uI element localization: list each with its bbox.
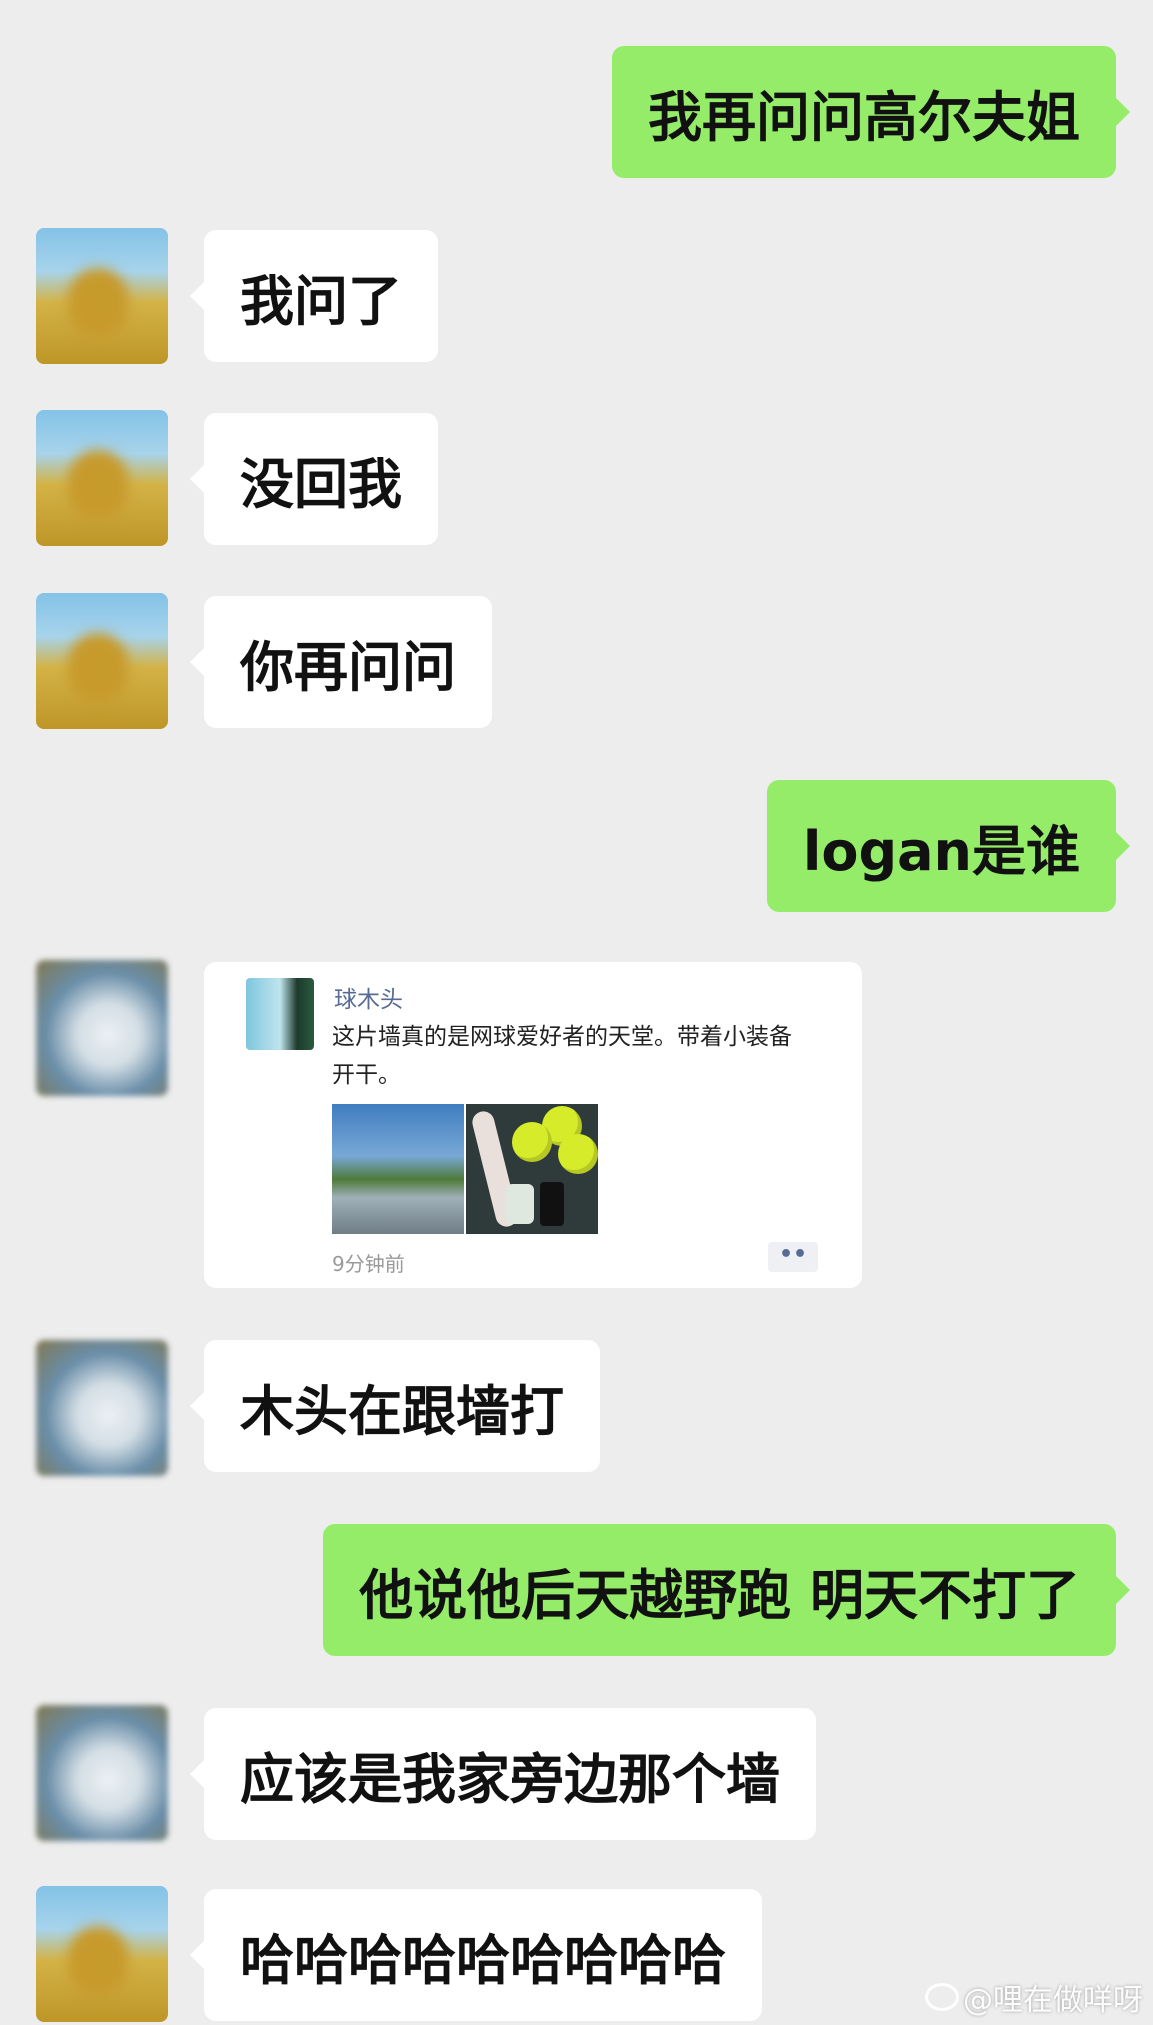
more-options-button[interactable]: •• (768, 1242, 818, 1272)
message-bubble-incoming[interactable]: 木头在跟墙打 (190, 1340, 600, 1472)
moment-text: 这片墙真的是网球爱好者的天堂。带着小装备开干。 (332, 1024, 792, 1088)
message-bubble-outgoing[interactable]: 我再问问高尔夫姐 (612, 46, 1130, 178)
contact-avatar[interactable] (36, 1705, 168, 1841)
watermark: @哩在做咩呀 (925, 1975, 1143, 2019)
message-bubble-incoming[interactable]: 我问了 (190, 230, 438, 362)
contact-avatar[interactable] (36, 1886, 168, 2022)
moment-author-avatar (246, 978, 314, 1050)
chat-area: 我再问问高尔夫姐 我问了 没回我 你再问问 logan是谁 球木头 这片墙真的是… (0, 0, 1153, 2025)
contact-avatar[interactable] (36, 960, 168, 1096)
message-bubble-incoming[interactable]: 哈哈哈哈哈哈哈哈哈 (190, 1889, 762, 2021)
weibo-icon (925, 1983, 959, 2011)
message-bubble-incoming[interactable]: 没回我 (190, 413, 438, 545)
moment-photo-wall[interactable] (332, 1104, 464, 1234)
contact-avatar[interactable] (36, 228, 168, 364)
moment-photo-gear[interactable] (466, 1104, 598, 1234)
message-bubble-incoming[interactable]: 你再问问 (190, 596, 492, 728)
message-bubble-outgoing[interactable]: 他说他后天越野跑 明天不打了 (323, 1524, 1130, 1656)
contact-avatar[interactable] (36, 593, 168, 729)
contact-avatar[interactable] (36, 1340, 168, 1476)
message-bubble-outgoing[interactable]: logan是谁 (766, 780, 1131, 912)
moment-username[interactable]: 球木头 (334, 980, 403, 1014)
moment-timestamp: 9分钟前 (332, 1252, 405, 1276)
contact-avatar[interactable] (36, 410, 168, 546)
message-bubble-incoming[interactable]: 应该是我家旁边那个墙 (190, 1708, 816, 1840)
moment-share-card[interactable]: 球木头 这片墙真的是网球爱好者的天堂。带着小装备开干。 9分钟前 •• (204, 962, 862, 1288)
watermark-text: @哩在做咩呀 (963, 1983, 1143, 2018)
